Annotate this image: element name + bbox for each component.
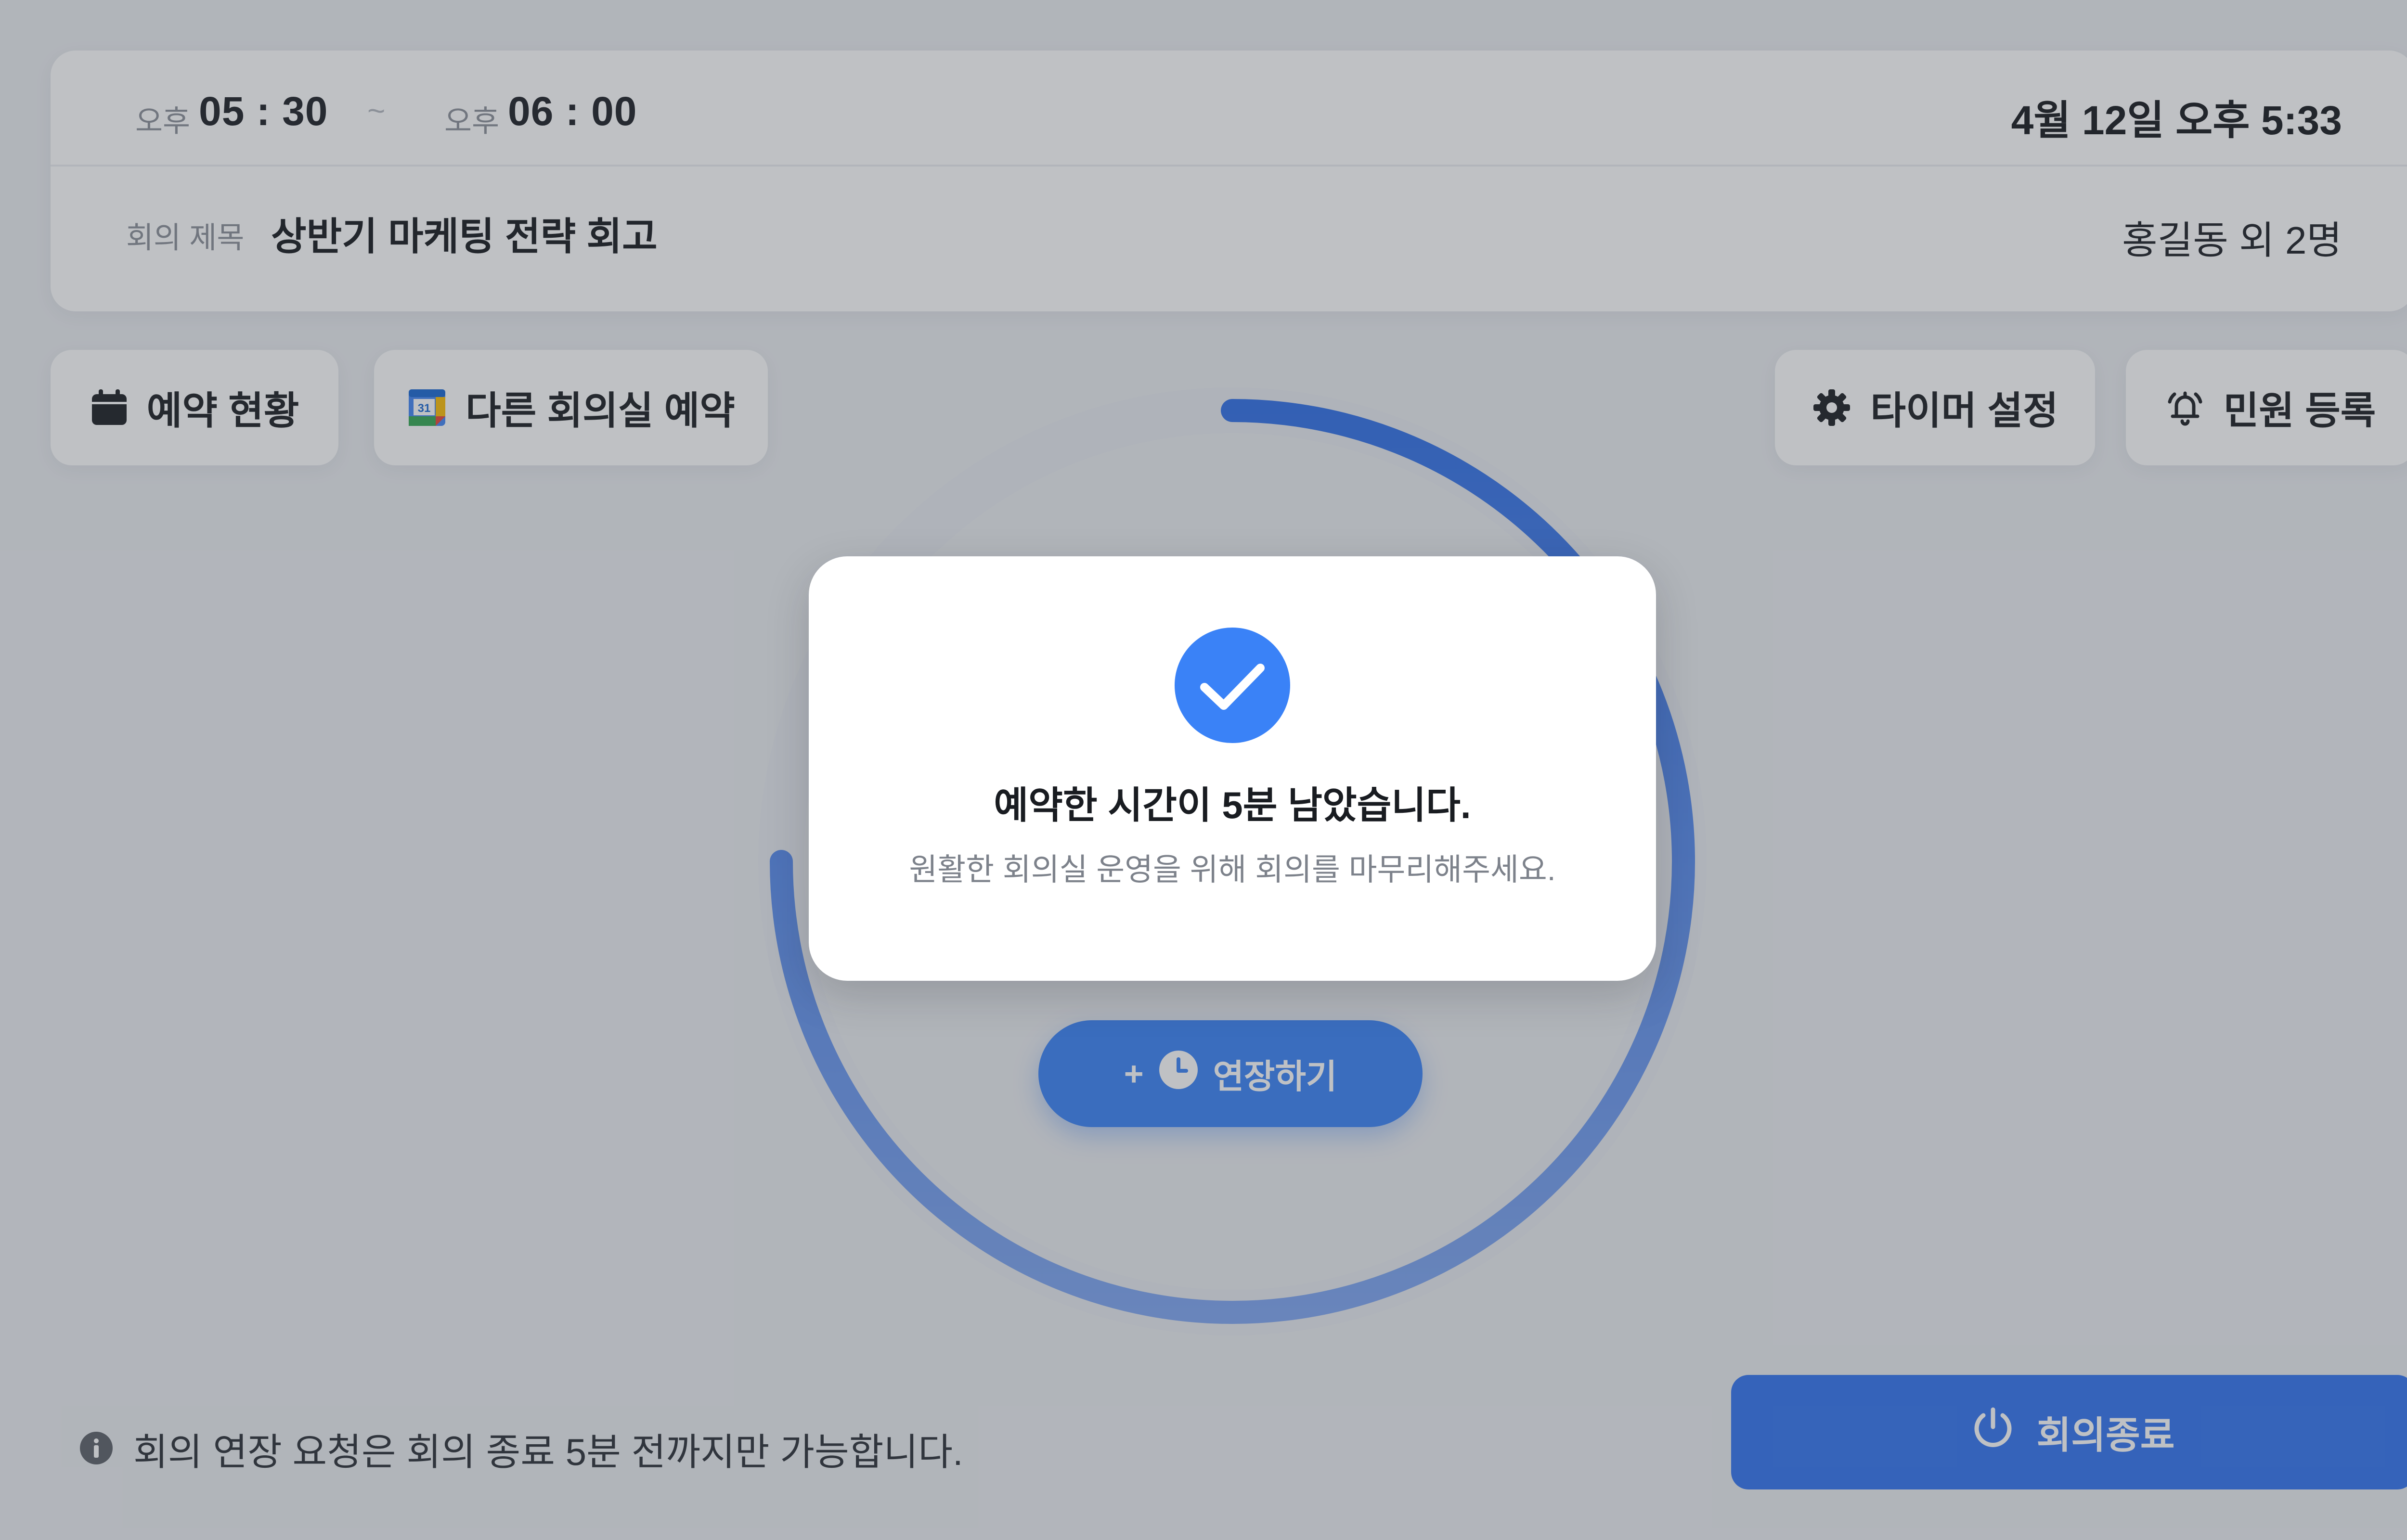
- time-warning-modal: 예약한 시간이 5분 남았습니다. 원활한 회의실 운영을 위해 회의를 마무리…: [809, 556, 1656, 981]
- modal-message: 원활한 회의실 운영을 위해 회의를 마무리해주세요.: [909, 852, 1556, 887]
- check-circle-icon: [1175, 628, 1290, 745]
- modal-title: 예약한 시간이 5분 남았습니다.: [994, 784, 1471, 826]
